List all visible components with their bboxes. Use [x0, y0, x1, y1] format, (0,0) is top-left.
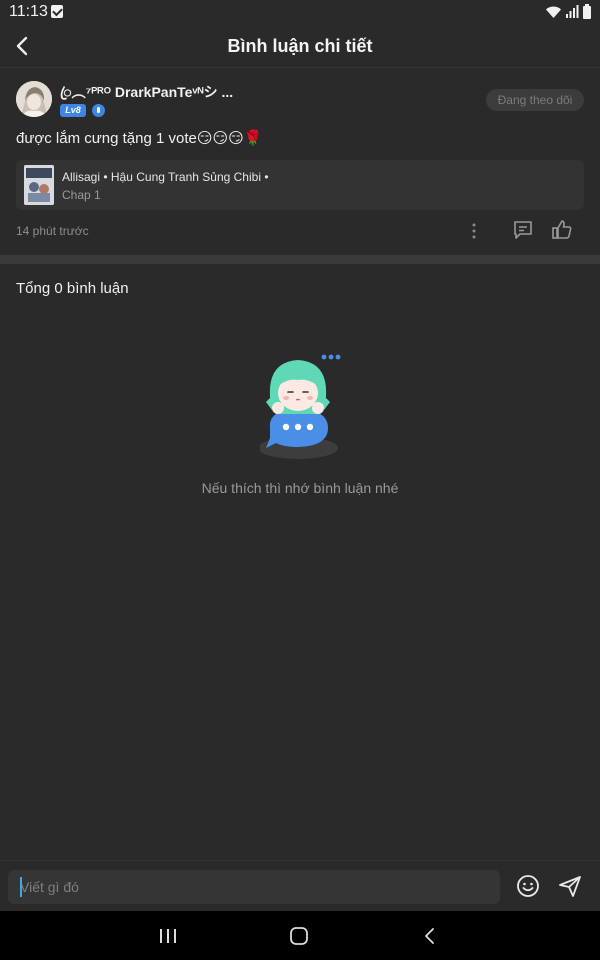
microphone-icon [92, 104, 105, 117]
wifi-icon [546, 6, 561, 18]
level-badge: Lv8 [60, 104, 86, 117]
status-bar: 11:13 [0, 0, 600, 26]
follow-button[interactable]: Đang theo dõi [486, 89, 584, 111]
empty-comments-illustration [260, 354, 341, 459]
timestamp: 14 phút trước [16, 224, 89, 238]
more-vertical-icon[interactable] [466, 222, 482, 240]
manga-card[interactable]: Allisagi • Hậu Cung Tranh Sủng Chibi • C… [16, 160, 584, 210]
reply-icon[interactable] [512, 220, 534, 240]
like-icon[interactable] [551, 219, 573, 241]
header: Bình luận chi tiết [0, 26, 600, 68]
comment-text: được lắm cưng tặng 1 vote😏😏😏🌹 [16, 130, 263, 147]
total-comments: Tổng 0 bình luận [16, 280, 129, 297]
send-icon[interactable] [558, 874, 582, 898]
page-title: Bình luận chi tiết [227, 36, 373, 56]
manga-title: Allisagi • Hậu Cung Tranh Sủng Chibi • [62, 170, 269, 184]
empty-comments-message: Nếu thích thì nhớ bình luận nhé [201, 480, 399, 496]
comment-input-bar [0, 860, 600, 911]
avatar[interactable] [16, 81, 52, 117]
battery-icon [583, 4, 591, 19]
notification-check-icon [51, 5, 63, 18]
emoji-icon[interactable] [516, 874, 540, 898]
section-divider [0, 255, 600, 264]
home-icon[interactable] [289, 927, 309, 945]
avatar-image [16, 81, 52, 117]
signal-icon [566, 5, 579, 18]
back-icon[interactable] [422, 927, 438, 945]
status-icons [545, 4, 592, 20]
manga-thumbnail [24, 165, 54, 205]
system-nav-bar [0, 911, 600, 960]
recents-icon[interactable] [158, 927, 178, 945]
comment-input[interactable] [8, 870, 500, 904]
status-time: 11:13 [9, 3, 48, 20]
manga-chapter: Chap 1 [62, 188, 101, 202]
text-cursor [20, 877, 22, 897]
